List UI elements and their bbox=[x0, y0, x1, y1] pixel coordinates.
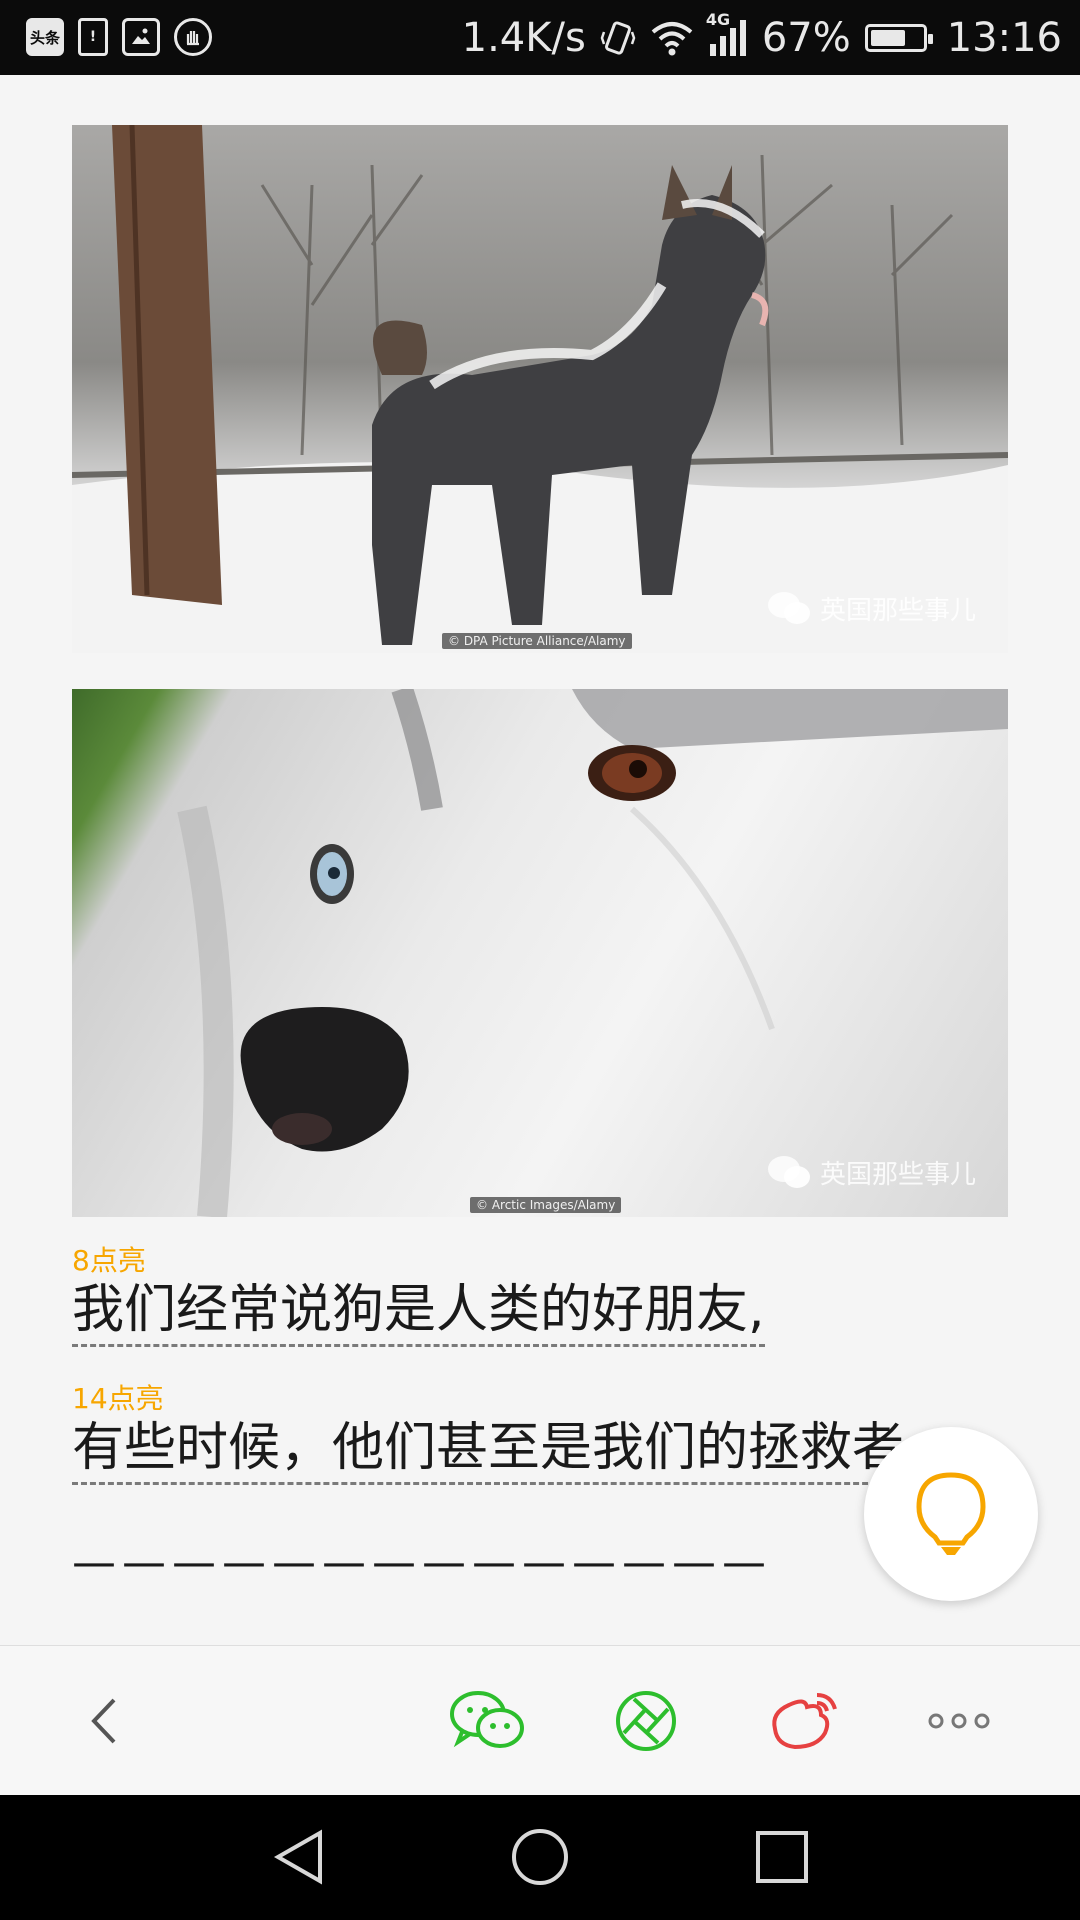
battery-icon bbox=[864, 24, 933, 52]
highlighted-sentence[interactable]: 我们经常说狗是人类的好朋友, bbox=[72, 1278, 765, 1347]
more-button[interactable] bbox=[926, 1686, 992, 1756]
status-bar: 头条 ! 1.4K/s 4G 67% 13:16 bbox=[0, 0, 1080, 75]
wechat-icon bbox=[450, 1691, 524, 1748]
section-divider: —————————————— bbox=[72, 1537, 772, 1588]
nav-recents-icon bbox=[756, 1831, 808, 1883]
network-type: 4G bbox=[705, 10, 731, 29]
dog-statue-illustration bbox=[72, 125, 1008, 653]
nav-back-button[interactable] bbox=[270, 1827, 330, 1891]
network-speed: 1.4K/s bbox=[461, 15, 586, 61]
clock: 13:16 bbox=[946, 15, 1062, 61]
image-credit: © Arctic Images/Alamy bbox=[470, 1197, 622, 1213]
paragraph[interactable]: 8点亮 我们经常说狗是人类的好朋友, bbox=[72, 1244, 992, 1347]
share-wechat-button[interactable] bbox=[446, 1686, 530, 1756]
battery-saver-icon: ! bbox=[78, 18, 108, 56]
nav-recents-button[interactable] bbox=[752, 1827, 812, 1891]
article-image-husky[interactable]: © Arctic Images/Alamy 英国那些事儿 bbox=[72, 689, 1008, 1217]
watermark-text: 英国那些事儿 bbox=[819, 1159, 976, 1190]
hand-icon bbox=[174, 18, 212, 56]
image-credit: © DPA Picture Alliance/Alamy bbox=[442, 633, 632, 649]
highlight-count[interactable]: 8点亮 bbox=[72, 1244, 992, 1278]
back-button[interactable] bbox=[78, 1686, 128, 1756]
lightbulb-icon bbox=[916, 1472, 986, 1555]
image-icon bbox=[122, 18, 160, 56]
more-icon bbox=[928, 1713, 990, 1729]
article-content[interactable]: © DPA Picture Alliance/Alamy 英国那些事儿 © Ar… bbox=[0, 75, 1080, 1645]
highlight-fab-button[interactable] bbox=[864, 1427, 1038, 1601]
highlight-count[interactable]: 14点亮 bbox=[72, 1382, 992, 1416]
article-image-dog-statue[interactable]: © DPA Picture Alliance/Alamy 英国那些事儿 bbox=[72, 125, 1008, 653]
nav-home-icon bbox=[512, 1829, 568, 1885]
image-watermark: 英国那些事儿 bbox=[766, 1153, 976, 1191]
vibrate-icon bbox=[600, 18, 636, 58]
bottom-toolbar bbox=[0, 1645, 1080, 1796]
wifi-icon bbox=[650, 20, 694, 56]
battery-percent: 67% bbox=[761, 15, 851, 61]
nav-back-icon bbox=[273, 1829, 322, 1885]
image-watermark: 英国那些事儿 bbox=[766, 589, 976, 627]
back-icon bbox=[91, 1698, 116, 1744]
share-moments-button[interactable] bbox=[612, 1686, 680, 1756]
watermark-text: 英国那些事儿 bbox=[819, 595, 976, 626]
system-nav-bar bbox=[0, 1795, 1080, 1920]
nav-home-button[interactable] bbox=[510, 1827, 570, 1891]
paragraph[interactable]: 14点亮 有些时候，他们甚至是我们的拯救者 bbox=[72, 1382, 992, 1485]
signal-icon: 4G bbox=[706, 10, 748, 58]
moments-icon bbox=[616, 1691, 676, 1751]
status-indicators: 1.4K/s 4G 67% 13:16 bbox=[462, 10, 1062, 66]
share-weibo-button[interactable] bbox=[764, 1686, 844, 1756]
weibo-icon bbox=[772, 1693, 837, 1750]
wechat-watermark-icon bbox=[767, 1156, 810, 1188]
toutiao-label: 头条 bbox=[29, 28, 60, 47]
notification-icons: 头条 ! bbox=[26, 16, 212, 58]
husky-illustration bbox=[177, 689, 1008, 1217]
battery-fill bbox=[870, 30, 905, 46]
toutiao-app-icon: 头条 bbox=[26, 18, 64, 56]
wechat-watermark-icon bbox=[767, 592, 810, 624]
highlighted-sentence[interactable]: 有些时候，他们甚至是我们的拯救者 bbox=[72, 1416, 905, 1485]
